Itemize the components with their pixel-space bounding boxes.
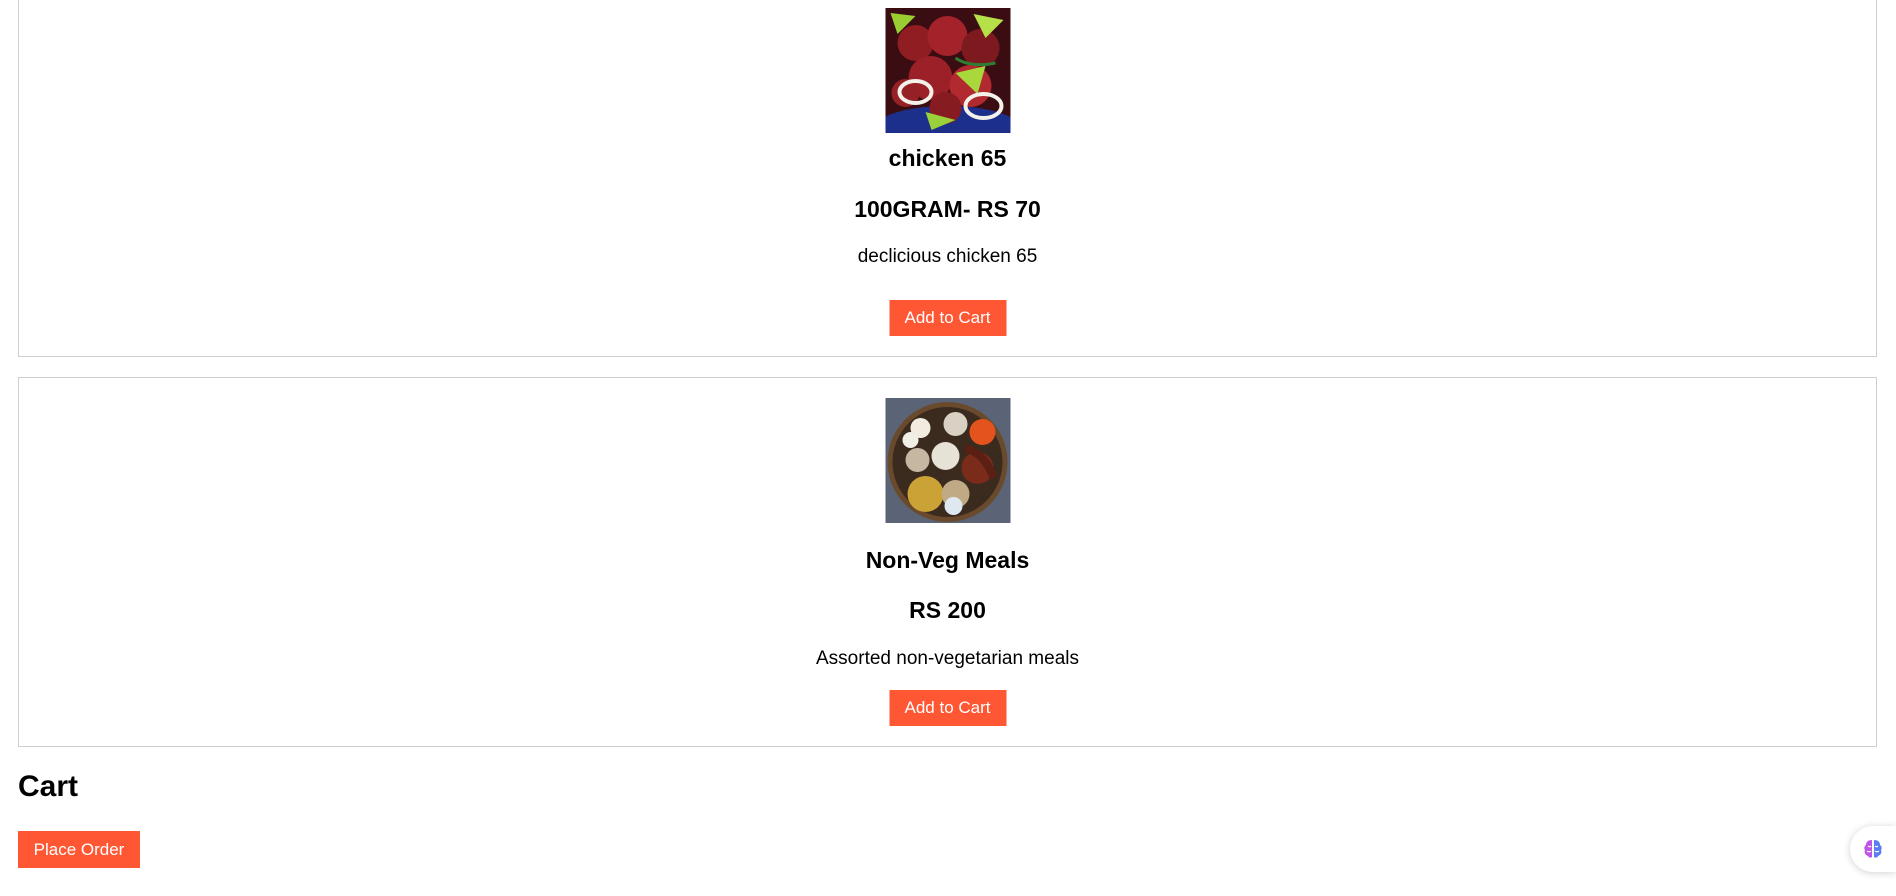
item-name: chicken 65 [888, 145, 1007, 171]
assistant-button[interactable] [1850, 826, 1896, 872]
add-to-cart-button[interactable]: Add to Cart [889, 300, 1006, 336]
brain-icon [1864, 840, 1882, 858]
cart-heading: Cart [18, 770, 79, 803]
item-price: RS 200 [909, 597, 986, 623]
chicken-65-image [885, 8, 1010, 133]
add-to-cart-button[interactable]: Add to Cart [889, 690, 1006, 726]
item-description: declicious chicken 65 [857, 246, 1038, 267]
menu-item-card: Non-Veg Meals RS 200 Assorted non-vegeta… [18, 377, 1877, 747]
non-veg-meals-image [885, 398, 1010, 523]
place-order-button[interactable]: Place Order [18, 831, 140, 868]
item-price: 100GRAM- RS 70 [854, 196, 1041, 222]
menu-item-card: chicken 65 100GRAM- RS 70 declicious chi… [18, 0, 1877, 357]
item-name: Non-Veg Meals [865, 547, 1030, 573]
page: chicken 65 100GRAM- RS 70 declicious chi… [0, 0, 1896, 896]
item-description: Assorted non-vegetarian meals [816, 648, 1079, 669]
